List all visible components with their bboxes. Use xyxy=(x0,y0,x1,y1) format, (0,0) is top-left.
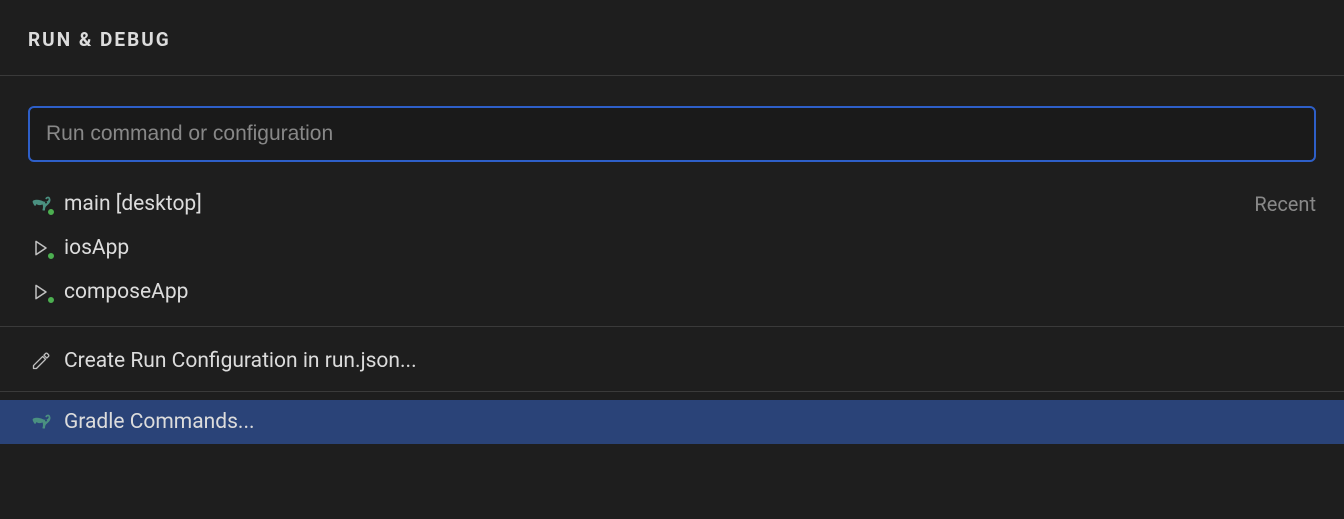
run-config-item-iosapp[interactable]: iosApp xyxy=(0,226,1344,270)
run-command-input[interactable] xyxy=(28,106,1316,162)
run-config-item-main-desktop[interactable]: main [desktop] Recent xyxy=(0,182,1344,226)
gradle-commands-action[interactable]: Gradle Commands... xyxy=(0,400,1344,444)
run-configurations-list: main [desktop] Recent iosApp composeApp xyxy=(0,182,1344,444)
create-run-config-action[interactable]: Create Run Configuration in run.json... xyxy=(0,339,1344,383)
divider xyxy=(0,326,1344,327)
command-label: Gradle Commands... xyxy=(64,410,1316,434)
divider xyxy=(0,391,1344,392)
run-icon xyxy=(28,279,54,305)
run-icon xyxy=(28,235,54,261)
panel-header: RUN & DEBUG xyxy=(0,0,1344,76)
run-config-hint: Recent xyxy=(1254,192,1316,216)
run-config-item-composeapp[interactable]: composeApp xyxy=(0,270,1344,314)
run-config-label: composeApp xyxy=(64,280,1316,304)
run-config-label: iosApp xyxy=(64,236,1316,260)
action-label: Create Run Configuration in run.json... xyxy=(64,349,1316,373)
gradle-icon xyxy=(28,191,54,217)
search-container xyxy=(0,76,1344,182)
edit-icon xyxy=(28,348,54,374)
panel-title: RUN & DEBUG xyxy=(28,28,1316,51)
gradle-icon xyxy=(28,409,54,435)
run-config-label: main [desktop] xyxy=(64,192,1254,216)
